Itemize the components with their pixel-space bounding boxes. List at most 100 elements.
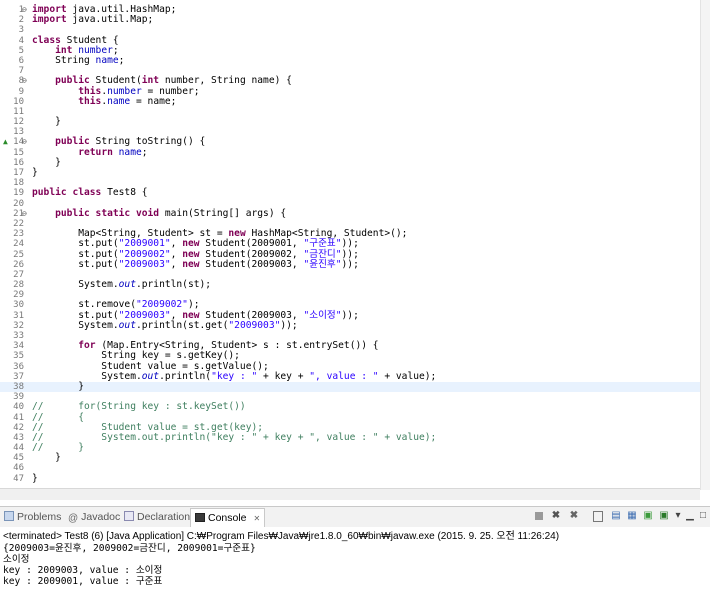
code-text[interactable]: // System.out.println("key : " + key + "… bbox=[32, 432, 436, 443]
code-text[interactable]: } bbox=[32, 116, 61, 127]
override-marker-icon[interactable]: ▲ bbox=[3, 137, 8, 147]
line-number: 8 bbox=[18, 76, 24, 87]
display-console-icon[interactable]: ▣ bbox=[658, 510, 670, 522]
console-view[interactable]: <terminated> Test8 (6) [Java Application… bbox=[0, 527, 710, 593]
line-number: 34 bbox=[13, 341, 24, 352]
line-number: 9 bbox=[18, 86, 24, 97]
line-number: 33 bbox=[13, 331, 24, 341]
line-number: 37 bbox=[13, 371, 24, 382]
code-line[interactable]: 38 } bbox=[0, 381, 700, 393]
code-line[interactable]: 15 return name; bbox=[0, 147, 700, 158]
code-line[interactable]: 17} bbox=[0, 167, 700, 178]
line-number: 4 bbox=[18, 35, 24, 46]
code-line[interactable]: 10 this.name = name; bbox=[0, 96, 700, 107]
tab-console[interactable]: Console ✕ bbox=[190, 508, 266, 527]
code-text[interactable]: st.put("2009003", new Student(2009003, "… bbox=[32, 259, 359, 270]
line-number: 21 bbox=[13, 208, 24, 219]
code-line[interactable]: 8 ⊖ public Student(int number, String nam… bbox=[0, 76, 700, 87]
fold-toggle-icon[interactable]: ⊖ bbox=[22, 137, 27, 147]
code-text[interactable]: import java.util.Map; bbox=[32, 14, 153, 25]
tab-label: Problems bbox=[17, 511, 62, 523]
code-line[interactable]: 28 System.out.println(st); bbox=[0, 279, 700, 291]
tab-problems[interactable]: Problems bbox=[4, 510, 61, 524]
code-line[interactable]: 45 } bbox=[0, 453, 700, 464]
tab-label: Console bbox=[208, 512, 247, 524]
line-number: 29 bbox=[13, 290, 24, 301]
line-number: 19 bbox=[13, 188, 24, 199]
code-line[interactable]: 16 } bbox=[0, 157, 700, 168]
pin-console-icon[interactable]: ▣ bbox=[642, 510, 654, 522]
code-text[interactable]: String name; bbox=[32, 55, 124, 66]
tab-label: Javadoc bbox=[81, 511, 121, 523]
line-number: 42 bbox=[13, 422, 24, 433]
line-number: 18 bbox=[13, 178, 24, 189]
line-number: 41 bbox=[13, 412, 24, 423]
code-line[interactable]: 12 } bbox=[0, 116, 700, 127]
maximize-icon[interactable]: □ bbox=[697, 510, 709, 522]
code-text[interactable]: } bbox=[32, 453, 61, 463]
code-lines[interactable]: 1 ⊖ import java.util.HashMap; 2 import java.… bbox=[0, 4, 700, 484]
line-number: 35 bbox=[13, 351, 24, 362]
code-text[interactable]: } bbox=[32, 167, 38, 178]
code-line[interactable]: 47} bbox=[0, 473, 700, 484]
code-line[interactable]: 40// for(String key : st.keySet()) bbox=[0, 402, 700, 413]
code-text[interactable]: public static void main(String[] args) { bbox=[32, 208, 286, 219]
scroll-lock-icon[interactable]: ▤ bbox=[610, 510, 622, 522]
code-line[interactable]: 46 bbox=[0, 463, 700, 473]
close-icon[interactable]: ✕ bbox=[253, 514, 260, 523]
minimize-icon[interactable]: ▁ bbox=[684, 510, 696, 522]
line-number: 1 bbox=[18, 5, 24, 15]
fold-toggle-icon[interactable]: ⊖ bbox=[22, 76, 27, 86]
line-number: 43 bbox=[13, 432, 24, 443]
view-tab-bar: Problems @ Javadoc Declaration Console ✕ … bbox=[0, 506, 710, 528]
line-number: 44 bbox=[13, 443, 24, 454]
line-number: 7 bbox=[18, 66, 24, 77]
line-number: 23 bbox=[13, 229, 24, 240]
code-line[interactable]: 11 bbox=[0, 107, 700, 117]
open-console-icon[interactable]: ▾ bbox=[672, 510, 684, 522]
line-number: 40 bbox=[13, 402, 24, 413]
line-number: 27 bbox=[13, 269, 24, 280]
declaration-icon bbox=[124, 511, 134, 521]
java-editor[interactable]: 1 ⊖ import java.util.HashMap; 2 import java.… bbox=[0, 0, 710, 490]
editor-horizontal-scrollbar[interactable] bbox=[0, 488, 700, 500]
code-line[interactable]: 37 System.out.println("key : " + key + "… bbox=[0, 371, 700, 382]
code-line[interactable]: 44// } bbox=[0, 442, 700, 454]
line-number: 31 bbox=[13, 310, 24, 321]
code-text[interactable]: System.out.println(st); bbox=[32, 279, 211, 290]
fold-toggle-icon[interactable]: ⊖ bbox=[22, 5, 27, 15]
code-line[interactable]: 26 st.put("2009003", new Student(2009003… bbox=[0, 259, 700, 270]
code-text[interactable]: public Student(int number, String name) … bbox=[32, 76, 292, 86]
line-number: 30 bbox=[13, 300, 24, 311]
clear-console-icon[interactable] bbox=[592, 510, 604, 522]
tab-declaration[interactable]: Declaration bbox=[124, 510, 190, 524]
code-line[interactable]: 43 // System.out.println("key : " + key +… bbox=[0, 432, 700, 443]
code-text[interactable]: System.out.println(st.get("2009003")); bbox=[32, 320, 298, 331]
tab-javadoc[interactable]: @ Javadoc bbox=[68, 510, 120, 524]
terminate-icon[interactable] bbox=[533, 510, 545, 522]
code-line[interactable]: 32 System.out.println(st.get("2009003"))… bbox=[0, 320, 700, 331]
line-number: 28 bbox=[13, 280, 24, 291]
code-line[interactable]: 19 public class Test8 { bbox=[0, 188, 700, 199]
code-text[interactable]: public class Test8 { bbox=[32, 188, 148, 198]
code-line[interactable]: 21 ⊖ public static void main(String[] arg… bbox=[0, 208, 700, 219]
word-wrap-icon[interactable]: ▦ bbox=[626, 510, 638, 522]
line-number: 20 bbox=[13, 198, 24, 209]
code-text[interactable]: } bbox=[32, 473, 38, 484]
code-text[interactable]: this.name = name; bbox=[32, 96, 176, 107]
remove-launch-icon[interactable]: ✖ bbox=[550, 510, 562, 522]
code-line[interactable]: 24 st.put("2009001", new Student(2009001… bbox=[0, 239, 700, 250]
code-line[interactable]: 2 import java.util.Map; bbox=[0, 14, 700, 25]
remove-all-icon[interactable]: ✖ bbox=[568, 510, 580, 522]
line-number: 47 bbox=[13, 473, 24, 484]
code-text[interactable]: } bbox=[32, 381, 84, 392]
line-number: 25 bbox=[13, 249, 24, 260]
line-number: 10 bbox=[13, 96, 24, 107]
fold-toggle-icon[interactable]: ⊖ bbox=[22, 209, 27, 219]
javadoc-icon: @ bbox=[68, 513, 79, 524]
editor-vertical-scrollbar[interactable] bbox=[700, 0, 710, 490]
line-number: 17 bbox=[13, 168, 24, 178]
code-line[interactable]: 6 String name; bbox=[0, 55, 700, 66]
line-number: 11 bbox=[13, 106, 24, 117]
code-text[interactable]: System.out.println("key : " + key + ", v… bbox=[32, 371, 436, 382]
